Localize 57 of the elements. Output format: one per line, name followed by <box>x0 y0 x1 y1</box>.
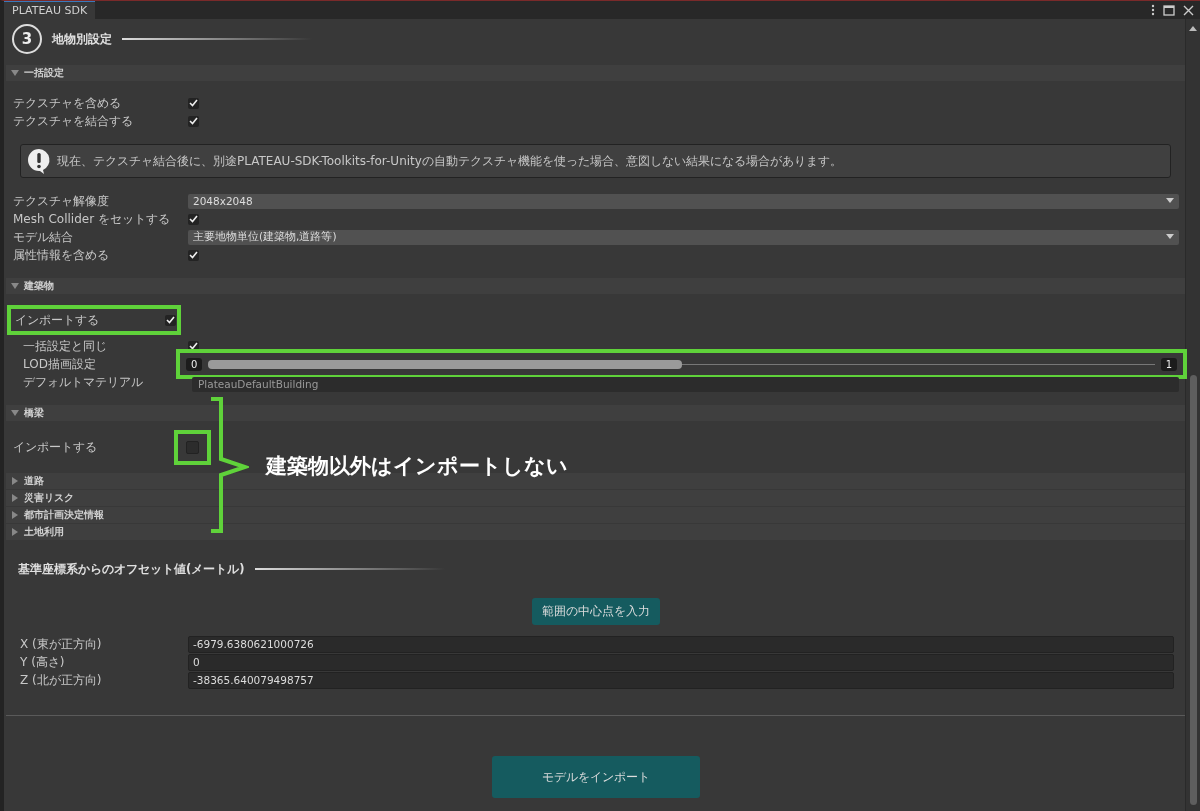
field-label: 属性情報を含める <box>13 246 110 264</box>
more-icon[interactable] <box>1151 4 1155 16</box>
section-title: 基準座標系からのオフセット値(メートル) <box>17 561 245 577</box>
field-label: Mesh Collider をセットする <box>13 210 171 228</box>
checkbox[interactable] <box>188 249 199 261</box>
foldout-arrow-icon[interactable] <box>11 69 19 77</box>
field-label: テクスチャ解像度 <box>13 192 110 210</box>
field-label: LOD描画設定 <box>23 355 97 373</box>
foldout-arrow-icon[interactable] <box>11 409 19 417</box>
foldout-arrow-icon[interactable] <box>11 282 19 290</box>
close-icon[interactable] <box>1183 4 1194 16</box>
step-title: 地物別設定 <box>52 30 112 48</box>
section-header[interactable]: 土地利用 <box>6 524 1185 540</box>
section-header[interactable]: 都市計画決定情報 <box>6 507 1185 523</box>
checkbox[interactable] <box>188 213 199 225</box>
field-label: テクスチャを含める <box>13 94 122 112</box>
range-slider[interactable]: 0 1 <box>180 353 1183 375</box>
dropdown[interactable]: 2048x2048 <box>188 193 1179 209</box>
scroll-up-icon[interactable] <box>1189 25 1197 31</box>
field-label: Z (北が正方向) <box>20 671 103 689</box>
section-header[interactable]: 建築物 <box>6 278 1185 294</box>
section-header[interactable]: 災害リスク <box>6 490 1185 506</box>
warning-icon <box>27 148 51 174</box>
foldout-arrow-icon[interactable] <box>11 494 19 502</box>
field-label: Y (高さ) <box>20 653 66 671</box>
min-value: 0 <box>186 357 203 371</box>
field-label: デフォルトマテリアル <box>23 373 144 391</box>
field-label: X (東が正方向) <box>20 635 103 653</box>
checkbox[interactable] <box>165 314 176 326</box>
section-header[interactable]: 橋梁 <box>6 405 1185 421</box>
field-label: インポートする <box>15 311 100 329</box>
dropdown[interactable]: 主要地物単位(建築物,道路等) <box>188 229 1179 245</box>
checkbox[interactable] <box>188 340 199 352</box>
dropdown-caret-icon[interactable] <box>1166 198 1174 204</box>
foldout-arrow-icon[interactable] <box>11 511 19 519</box>
max-value: 1 <box>1160 357 1177 371</box>
foldout-arrow-icon[interactable] <box>11 528 19 536</box>
number-field[interactable]: 0 <box>188 653 1174 671</box>
field-label: インポートする <box>13 438 98 456</box>
dropdown-caret-icon[interactable] <box>1166 234 1174 240</box>
number-field[interactable]: -6979.6380621000726 <box>188 635 1174 653</box>
maximize-icon[interactable] <box>1163 4 1175 16</box>
import-button[interactable]: モデルをインポート <box>491 756 700 798</box>
scrollbar-thumb[interactable] <box>1189 375 1197 805</box>
step-number: 3 <box>12 24 42 54</box>
checkbox[interactable] <box>188 115 199 127</box>
number-field[interactable]: -38365.640079498757 <box>188 671 1174 689</box>
window-tab[interactable]: PLATEAU SDK <box>4 1 96 19</box>
section-header[interactable]: 一括設定 <box>6 65 1185 81</box>
slider-fill[interactable] <box>208 359 682 369</box>
checkbox[interactable] <box>188 97 199 109</box>
field-label: テクスチャを結合する <box>13 112 134 130</box>
center-point-button[interactable]: 範囲の中心点を入力 <box>531 598 660 625</box>
field-label: モデル結合 <box>13 228 74 246</box>
foldout-arrow-icon[interactable] <box>11 477 19 485</box>
notice-text: 現在、テクスチャ結合後に、別途PLATEAU-SDK-Toolkits-for-Unityの自動テクスチャ機能を使った場合、意図しない結果になる場合があります。 <box>57 152 842 170</box>
field-label: 一括設定と同じ <box>23 337 108 355</box>
